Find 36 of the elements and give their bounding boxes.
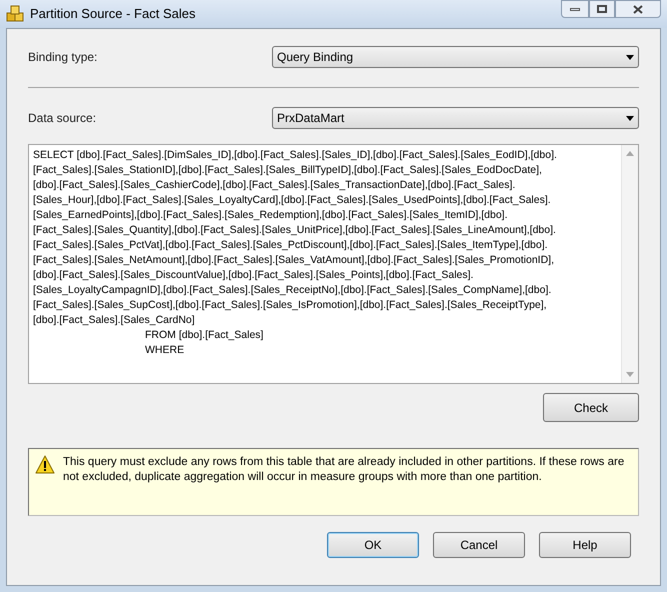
field-label: Data source: — [28, 110, 98, 127]
query-line: SELECT [dbo].[Fact_Sales].[DimSales_ID],[dbo].[Fact_Sales].[Sales_ID],[dbo].[Fact_Sales].[Sales_EodID],[dbo]. — [33, 148, 558, 163]
scroll-up-arrow-icon — [626, 151, 634, 156]
warning-message: This query must exclude any rows from this table that are already included in other partitions. If these rows are not excluded, duplicate aggregation will occur in measure groups with more than one partition. — [63, 455, 626, 485]
query-line: [Sales_EarnedPoints],[dbo].[Fact_Sales].[Sales_Redemption],[dbo].[Fact_Sales].[Sales_ItemID],[dbo]. — [33, 208, 509, 223]
check-button[interactable]: Check — [543, 393, 639, 422]
close-icon — [633, 4, 643, 14]
query-line: WHERE — [144, 343, 186, 358]
query-line: [Fact_Sales].[Sales_SupCost],[dbo].[Fact_Sales].[Sales_IsPromotion],[dbo].[Fact_Sales].[Sales_ReceiptType], — [33, 298, 548, 313]
query-line: [Fact_Sales].[Sales_Quantity],[dbo].[Fact_Sales].[Sales_UnitPrice],[dbo].[Fact_Sales].[Sales_LineAmount],[dbo]. — [33, 223, 557, 238]
dialog-button[interactable]: Help — [539, 532, 631, 558]
binding-type-dropdown[interactable]: Query Binding — [272, 46, 639, 68]
window-title: Partition Source - Fact Sales — [30, 5, 196, 24]
query-line: [Fact_Sales].[Sales_PctVat],[dbo].[Fact_Sales].[Sales_PctDiscount],[dbo].[Fact_Sales].[Sales_ItemType],[dbo]. — [33, 238, 549, 253]
dialog-button[interactable]: Cancel — [433, 532, 525, 558]
dialog-button[interactable]: OK — [327, 532, 419, 558]
scroll-down-arrow-icon — [626, 372, 634, 377]
warning-icon — [35, 455, 55, 474]
query-line: [Sales_LoyaltyCampagnID],[dbo].[Fact_Sales].[Sales_ReceiptNo],[dbo].[Fact_Sales].[Sales_CompName],[dbo]. — [33, 283, 552, 298]
query-line: [dbo].[Fact_Sales].[Sales_CashierCode],[dbo].[Fact_Sales].[Sales_TransactionDate],[dbo].[Fact_Sales]. — [33, 178, 516, 193]
field-label: Binding type: — [28, 49, 98, 66]
query-line: [dbo].[Fact_Sales].[Sales_DiscountValue],[dbo].[Fact_Sales].[Sales_Points],[dbo].[Fact_Sales]. — [33, 268, 474, 283]
dropdown-arrow-icon — [626, 116, 634, 120]
query-line: [dbo].[Fact_Sales].[Sales_CardNo] — [33, 313, 196, 328]
dropdown-arrow-icon — [626, 54, 634, 60]
query-editor[interactable] — [28, 144, 639, 384]
minimize-button[interactable] — [561, 0, 589, 18]
query-line: [Sales_Hour],[dbo].[Fact_Sales].[Sales_LoyaltyCard],[dbo].[Fact_Sales].[Sales_UsedPoints],[dbo].[Fact_Sales]. — [33, 193, 552, 208]
data-source-dropdown[interactable]: PrxDataMart — [272, 107, 639, 129]
query-line: [Fact_Sales].[Sales_NetAmount],[dbo].[Fact_Sales].[Sales_VatAmount],[dbo].[Fact_Sales].[Sales_PromotionID], — [33, 253, 555, 268]
query-line: FROM [dbo].[Fact_Sales] — [144, 328, 264, 343]
query-line: [Fact_Sales].[Sales_StationID],[dbo].[Fact_Sales].[Sales_BillTypeID],[dbo].[Fact_Sales].[Sales_EodDocDate], — [33, 163, 543, 178]
close-button[interactable] — [615, 0, 661, 18]
maximize-button[interactable] — [589, 0, 615, 18]
cubes-icon — [6, 5, 24, 23]
scrollbar[interactable] — [621, 145, 638, 383]
